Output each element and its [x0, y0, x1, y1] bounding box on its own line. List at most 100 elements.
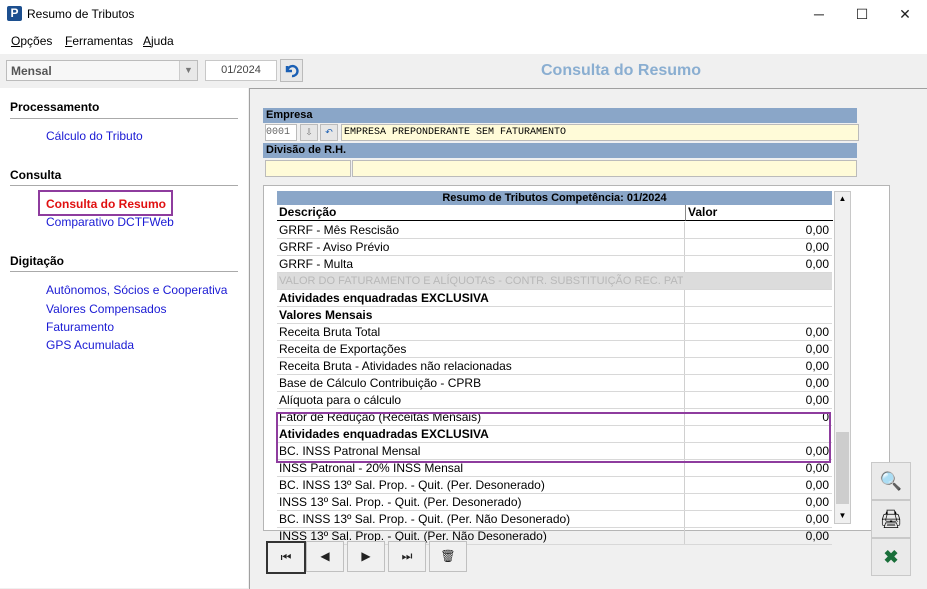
- table-row[interactable]: Atividades enquadradas EXCLUSIVA: [277, 426, 832, 443]
- search-button[interactable]: 🔍: [871, 462, 911, 500]
- app-logo-icon: P: [7, 6, 22, 21]
- table-row[interactable]: BC. INSS Patronal Mensal 0,00: [277, 443, 832, 460]
- cell-descricao: INSS Patronal - 20% INSS Mensal: [279, 461, 464, 475]
- divider: [10, 118, 238, 119]
- empresa-label: Empresa: [263, 108, 857, 123]
- cell-valor: [684, 426, 829, 442]
- close-button[interactable]: ✕: [883, 0, 927, 28]
- table-row[interactable]: BC. INSS 13º Sal. Prop. - Quit. (Per. Nã…: [277, 511, 832, 528]
- scroll-down-icon[interactable]: ▼: [835, 509, 850, 523]
- empresa-lookup-button[interactable]: ⇩: [300, 124, 318, 141]
- record-navigation: ⏮ ◀ ▶ ⏭ 🗑: [263, 538, 867, 574]
- cell-descricao: Fator de Redução (Receitas Mensais): [279, 410, 482, 424]
- cell-valor: 0,00: [684, 324, 829, 340]
- table-row[interactable]: GRRF - Mês Rescisão 0,00: [277, 222, 832, 239]
- sidebar-item-calculo-tributo[interactable]: Cálculo do Tributo: [46, 129, 143, 143]
- print-button[interactable]: 🖨: [871, 500, 911, 538]
- cell-descricao: Receita Bruta Total: [279, 325, 381, 339]
- grid-scrollbar[interactable]: ▲ ▼: [834, 191, 851, 524]
- cell-valor: 0,00: [684, 375, 829, 391]
- exit-button[interactable]: ✖: [871, 538, 911, 576]
- period-field[interactable]: 01/2024: [205, 60, 277, 81]
- cell-valor: 0,00: [684, 511, 829, 527]
- delete-button[interactable]: 🗑: [429, 541, 467, 572]
- cell-valor: [684, 307, 829, 323]
- cell-descricao: BC. INSS 13º Sal. Prop. - Quit. (Per. De…: [279, 478, 545, 492]
- cell-valor: 0,00: [684, 256, 829, 272]
- first-record-icon: ⏮: [280, 550, 292, 564]
- cell-descricao: Alíquota para o cálculo: [279, 393, 402, 407]
- divisao-code-field[interactable]: [265, 160, 351, 177]
- table-row[interactable]: Fator de Redução (Receitas Mensais) 0: [277, 409, 832, 426]
- sidebar-item-gps-acumulada[interactable]: GPS Acumulada: [46, 338, 134, 352]
- cell-descricao: GRRF - Aviso Prévio: [279, 240, 390, 254]
- next-record-button[interactable]: ▶: [347, 541, 385, 572]
- cell-descricao: GRRF - Multa: [279, 257, 354, 271]
- cell-descricao: BC. INSS 13º Sal. Prop. - Quit. (Per. Nã…: [279, 512, 571, 526]
- grid-rows: GRRF - Mês Rescisão 0,00 GRRF - Aviso Prév…: [277, 222, 832, 545]
- table-row[interactable]: Atividades enquadradas EXCLUSIVA: [277, 290, 832, 307]
- sidebar-section-consulta: Consulta: [10, 168, 62, 182]
- table-row[interactable]: INSS 13º Sal. Prop. - Quit. (Per. Desone…: [277, 494, 832, 511]
- sidebar-item-faturamento[interactable]: Faturamento: [46, 320, 114, 334]
- arrow-down-icon: ⇩: [305, 127, 313, 137]
- previous-icon: ◀: [320, 549, 330, 563]
- cell-valor: 0,00: [684, 443, 829, 459]
- minimize-button[interactable]: ─: [797, 0, 841, 28]
- table-row[interactable]: Receita de Exportações 0,00: [277, 341, 832, 358]
- scroll-thumb[interactable]: [836, 432, 849, 504]
- divider: [10, 185, 238, 186]
- cell-valor: [684, 290, 829, 306]
- maximize-button[interactable]: ☐: [840, 0, 884, 28]
- window-title: Resumo de Tributos: [27, 7, 135, 21]
- first-record-button[interactable]: ⏮: [266, 541, 306, 574]
- menu-ferramentas[interactable]: Ferramentas: [65, 34, 133, 48]
- table-row[interactable]: Receita Bruta - Atividades não relaciona…: [277, 358, 832, 375]
- cell-valor: [684, 273, 828, 289]
- refresh-button[interactable]: [280, 59, 303, 82]
- chevron-down-icon[interactable]: ▼: [179, 61, 197, 80]
- scroll-up-icon[interactable]: ▲: [835, 192, 850, 206]
- table-row[interactable]: BC. INSS 13º Sal. Prop. - Quit. (Per. De…: [277, 477, 832, 494]
- period-type-select[interactable]: Mensal ▼: [6, 60, 198, 81]
- grid-header: Descrição Valor: [277, 205, 833, 221]
- table-row[interactable]: VALOR DO FATURAMENTO E ALÍQUOTAS - CONTR…: [277, 273, 832, 290]
- column-header-descricao[interactable]: Descrição: [277, 205, 685, 221]
- divider: [10, 271, 238, 272]
- cell-descricao: Valores Mensais: [279, 308, 373, 322]
- sidebar-item-comparativo-dctfweb[interactable]: Comparativo DCTFWeb: [46, 215, 174, 229]
- menu-opcoes[interactable]: Opções: [11, 34, 52, 48]
- cell-descricao: Receita Bruta - Atividades não relaciona…: [279, 359, 512, 373]
- last-record-button[interactable]: ⏭: [388, 541, 426, 572]
- table-row[interactable]: GRRF - Multa 0,00: [277, 256, 832, 273]
- main-panel: Empresa 0001 ⇩ ↶ EMPRESA PREPONDERANTE S…: [249, 88, 927, 589]
- sidebar: Processamento Cálculo do Tributo Consult…: [0, 88, 248, 588]
- table-row[interactable]: Alíquota para o cálculo 0,00: [277, 392, 832, 409]
- search-icon: 🔍: [879, 471, 903, 491]
- cell-valor: 0,00: [684, 477, 829, 493]
- empresa-refresh-button[interactable]: ↶: [320, 124, 338, 141]
- cell-descricao: VALOR DO FATURAMENTO E ALÍQUOTAS - CONTR…: [279, 275, 683, 287]
- empresa-code-field[interactable]: 0001: [265, 124, 297, 141]
- cell-valor: 0,00: [684, 239, 829, 255]
- sidebar-item-valores-compensados[interactable]: Valores Compensados: [46, 302, 167, 316]
- delete-icon: 🗑: [440, 549, 456, 563]
- empresa-panel: Empresa 0001 ⇩ ↶ EMPRESA PREPONDERANTE S…: [263, 105, 859, 179]
- sidebar-item-autonomos[interactable]: Autônomos, Sócios e Cooperativa: [46, 283, 227, 297]
- divisao-label: Divisão de R.H.: [263, 143, 857, 158]
- cell-valor: 0,00: [684, 222, 829, 238]
- table-row[interactable]: GRRF - Aviso Prévio 0,00: [277, 239, 832, 256]
- column-header-valor[interactable]: Valor: [685, 205, 833, 221]
- page-title: Consulta do Resumo: [541, 62, 702, 79]
- empresa-name-field: EMPRESA PREPONDERANTE SEM FATURAMENTO: [341, 124, 859, 141]
- last-record-icon: ⏭: [401, 549, 413, 563]
- table-row[interactable]: Valores Mensais: [277, 307, 832, 324]
- previous-record-button[interactable]: ◀: [306, 541, 344, 572]
- menu-bar: Opções Ferramentas Ajuda: [0, 28, 927, 54]
- divisao-name-field: [352, 160, 857, 177]
- sidebar-section-processamento: Processamento: [10, 100, 100, 114]
- menu-ajuda[interactable]: Ajuda: [143, 34, 174, 48]
- table-row[interactable]: INSS Patronal - 20% INSS Mensal 0,00: [277, 460, 832, 477]
- table-row[interactable]: Base de Cálculo Contribuição - CPRB 0,00: [277, 375, 832, 392]
- table-row[interactable]: Receita Bruta Total 0,00: [277, 324, 832, 341]
